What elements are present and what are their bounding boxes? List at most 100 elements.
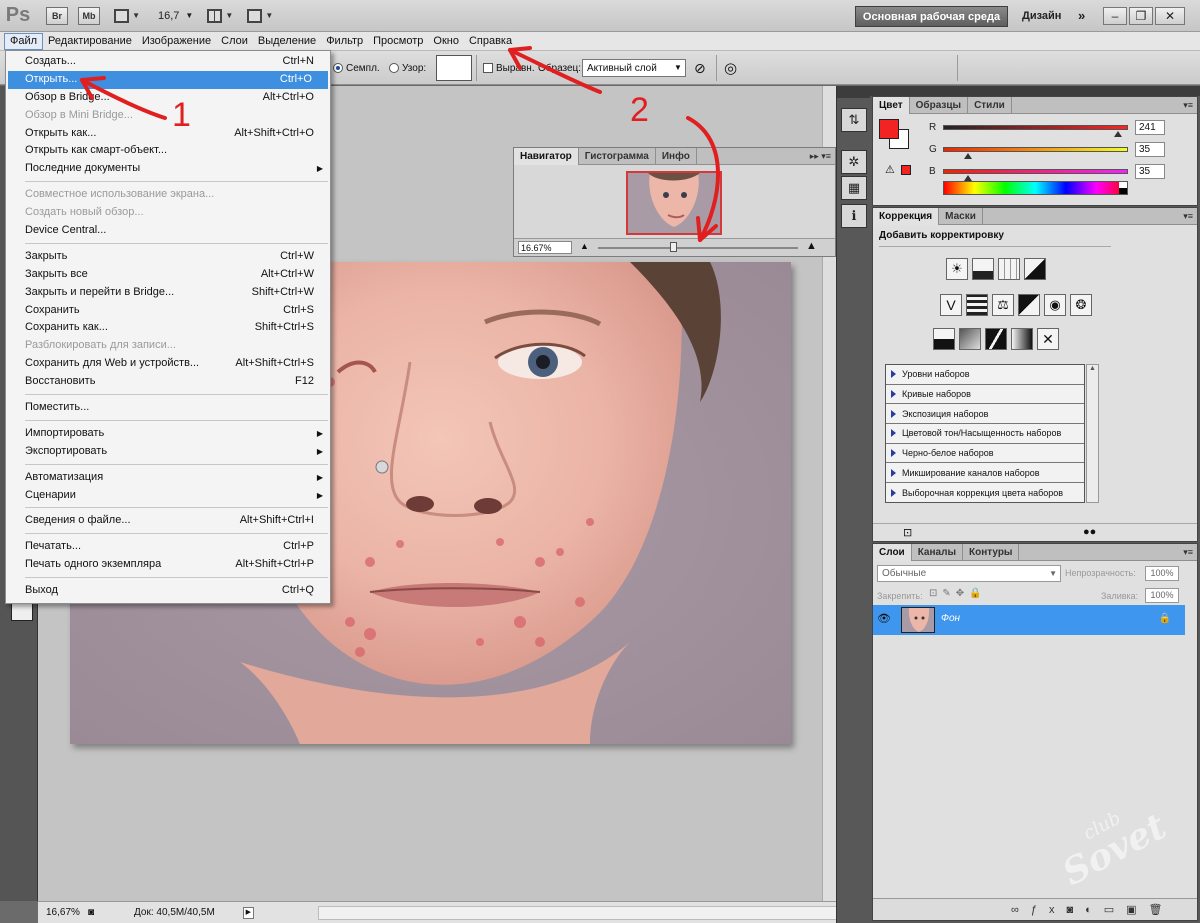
close-window-button[interactable]: ✕ [1155, 7, 1185, 25]
menu-item-close-all[interactable]: Закрыть все Alt+Ctrl+W [6, 266, 330, 284]
pressure-size-icon[interactable]: ◎ [724, 51, 737, 85]
workspace-essentials-button[interactable]: Основная рабочая среда [855, 6, 1008, 27]
view-extras-button[interactable]: ▼ [114, 7, 140, 25]
tab-info[interactable]: Инфо [656, 148, 697, 165]
blue-channel-slider[interactable] [943, 169, 1128, 174]
preset-channel-mixer[interactable]: Микширование каналов наборов [886, 463, 1084, 484]
tab-swatches[interactable]: Образцы [910, 97, 969, 114]
menu-item-exit[interactable]: Выход Ctrl+Q [6, 582, 330, 600]
gradient-map-icon[interactable] [1011, 328, 1033, 350]
tab-histogram[interactable]: Гистограмма [579, 148, 656, 165]
exposure-icon[interactable] [1024, 258, 1046, 280]
levels-icon[interactable] [972, 258, 994, 280]
return-to-list-icon[interactable]: ⊡ [903, 526, 912, 539]
menu-item-print[interactable]: Печатать... Ctrl+P [6, 538, 330, 556]
zoom-out-icon[interactable]: ▲ [580, 241, 589, 251]
menu-filter[interactable]: Фильтр [321, 33, 368, 50]
navigator-zoom-knob[interactable] [670, 242, 677, 252]
tab-masks[interactable]: Маски [939, 208, 983, 225]
presets-scrollbar[interactable]: ▲ [1086, 364, 1099, 503]
preset-levels[interactable]: Уровни наборов [886, 365, 1084, 385]
menu-file[interactable]: Файл [4, 32, 44, 50]
tab-adjustments[interactable]: Коррекция [873, 208, 940, 225]
invert-icon[interactable] [933, 328, 955, 350]
navigator-zoom-field[interactable]: 16.67% [518, 241, 572, 254]
channel-mixer-icon[interactable]: ❂ [1070, 294, 1092, 316]
minimize-window-button[interactable]: – [1103, 7, 1127, 25]
foreground-color-swatch[interactable] [879, 119, 899, 139]
sample-layer-select[interactable]: Активный слой ▼ [582, 59, 686, 77]
menu-item-recent-files[interactable]: Последние документы ▶ [6, 160, 330, 178]
blend-mode-select[interactable]: Обычные ▼ [877, 565, 1061, 582]
color-spectrum-bar[interactable] [943, 181, 1128, 195]
preset-black-white[interactable]: Черно-белое наборов [886, 444, 1084, 464]
menu-item-open-as[interactable]: Открыть как... Alt+Shift+Ctrl+O [6, 125, 330, 143]
black-white-icon[interactable] [1018, 294, 1040, 316]
preset-curves[interactable]: Кривые наборов [886, 385, 1084, 405]
menu-item-print-one-copy[interactable]: Печать одного экземпляра Alt+Shift+Ctrl+P [6, 556, 330, 574]
photo-filter-icon[interactable]: ◉ [1044, 294, 1066, 316]
opacity-field[interactable]: 100% [1145, 566, 1179, 581]
info-icon[interactable]: ℹ [841, 204, 867, 228]
curves-icon[interactable] [998, 258, 1020, 280]
tab-color[interactable]: Цвет [873, 97, 910, 114]
tab-styles[interactable]: Стили [968, 97, 1012, 114]
green-channel-value[interactable]: 35 [1135, 142, 1165, 157]
menu-item-open-smart-object[interactable]: Открыть как смарт-объект... [6, 142, 330, 160]
restore-window-button[interactable]: ❐ [1129, 7, 1153, 25]
launch-mini-bridge-button[interactable]: Mb [78, 6, 100, 25]
status-zoom[interactable]: 16,67% [46, 907, 88, 918]
workspace-design-button[interactable]: Дизайн [1022, 10, 1061, 22]
menu-view[interactable]: Просмотр [368, 33, 428, 50]
menu-item-browse-bridge[interactable]: Обзор в Bridge... Alt+Ctrl+O [6, 89, 330, 107]
menu-edit[interactable]: Редактирование [43, 33, 137, 50]
menu-layers[interactable]: Слои [216, 33, 253, 50]
clip-to-layer-icon[interactable]: ●● [1083, 526, 1096, 538]
menu-item-new[interactable]: Создать... Ctrl+N [6, 53, 330, 71]
menu-item-save-as[interactable]: Сохранить как... Shift+Ctrl+S [6, 319, 330, 337]
zoom-level-dropdown[interactable]: 16,7 ▼ [158, 10, 193, 22]
clone-source-icon[interactable]: ▦ [841, 176, 867, 200]
pattern-radio[interactable]: Узор: [389, 51, 426, 85]
brightness-contrast-icon[interactable]: ☀ [946, 258, 968, 280]
menu-window[interactable]: Окно [428, 33, 464, 50]
workspace-more-button[interactable]: » [1078, 8, 1085, 23]
menu-item-close[interactable]: Закрыть Ctrl+W [6, 248, 330, 266]
tab-navigator[interactable]: Навигатор [514, 148, 579, 165]
panel-menu-icon[interactable]: ▸▸ ▾≡ [810, 148, 831, 165]
red-channel-slider[interactable] [943, 125, 1128, 130]
green-channel-handle[interactable] [964, 153, 973, 159]
status-menu-arrow[interactable]: ▶ [242, 906, 254, 919]
out-of-gamut-warning-icon[interactable]: ⚠ [885, 163, 895, 176]
menu-item-close-go-bridge[interactable]: Закрыть и перейти в Bridge... Shift+Ctrl+… [6, 284, 330, 302]
posterize-icon[interactable] [959, 328, 981, 350]
menu-item-import[interactable]: Импортировать ▶ [6, 425, 330, 443]
menu-image[interactable]: Изображение [137, 33, 216, 50]
zoom-in-icon[interactable]: ▲ [806, 240, 817, 252]
red-channel-handle[interactable] [1113, 131, 1122, 137]
green-channel-slider[interactable] [943, 147, 1128, 152]
pattern-picker[interactable] [430, 51, 472, 85]
color-balance-icon[interactable]: ⚖ [992, 294, 1014, 316]
layer-row-background[interactable]: 👁 Фон 🔒 [873, 605, 1185, 635]
preset-exposure[interactable]: Экспозиция наборов [886, 404, 1084, 425]
panel-menu-icon[interactable]: ▾≡ [1183, 97, 1193, 114]
preset-hue-saturation[interactable]: Цветовой тон/Насыщенность наборов [886, 424, 1084, 444]
menu-item-device-central[interactable]: Device Central... [6, 222, 330, 240]
panel-menu-icon[interactable]: ▾≡ [1183, 208, 1193, 225]
lock-options-icons[interactable]: ⊡✎✥🔒 [929, 588, 987, 599]
threshold-icon[interactable] [985, 328, 1007, 350]
selective-color-icon[interactable]: ✕ [1037, 328, 1059, 350]
vibrance-icon[interactable]: V [940, 294, 962, 316]
arrange-documents-button[interactable]: ▼ [207, 7, 233, 25]
layer-name[interactable]: Фон [941, 613, 960, 624]
menu-item-revert[interactable]: Восстановить F12 [6, 373, 330, 391]
menu-help[interactable]: Справка [464, 33, 517, 50]
menu-item-scripts[interactable]: Сценарии ▶ [6, 487, 330, 505]
preset-selective-color[interactable]: Выборочная коррекция цвета наборов [886, 483, 1084, 503]
menu-item-automate[interactable]: Автоматизация ▶ [6, 469, 330, 487]
sampled-radio[interactable]: Семпл. [333, 51, 380, 85]
navigator-zoom-slider[interactable] [598, 242, 798, 252]
menu-item-place[interactable]: Поместить... [6, 399, 330, 417]
red-channel-value[interactable]: 241 [1135, 120, 1165, 135]
